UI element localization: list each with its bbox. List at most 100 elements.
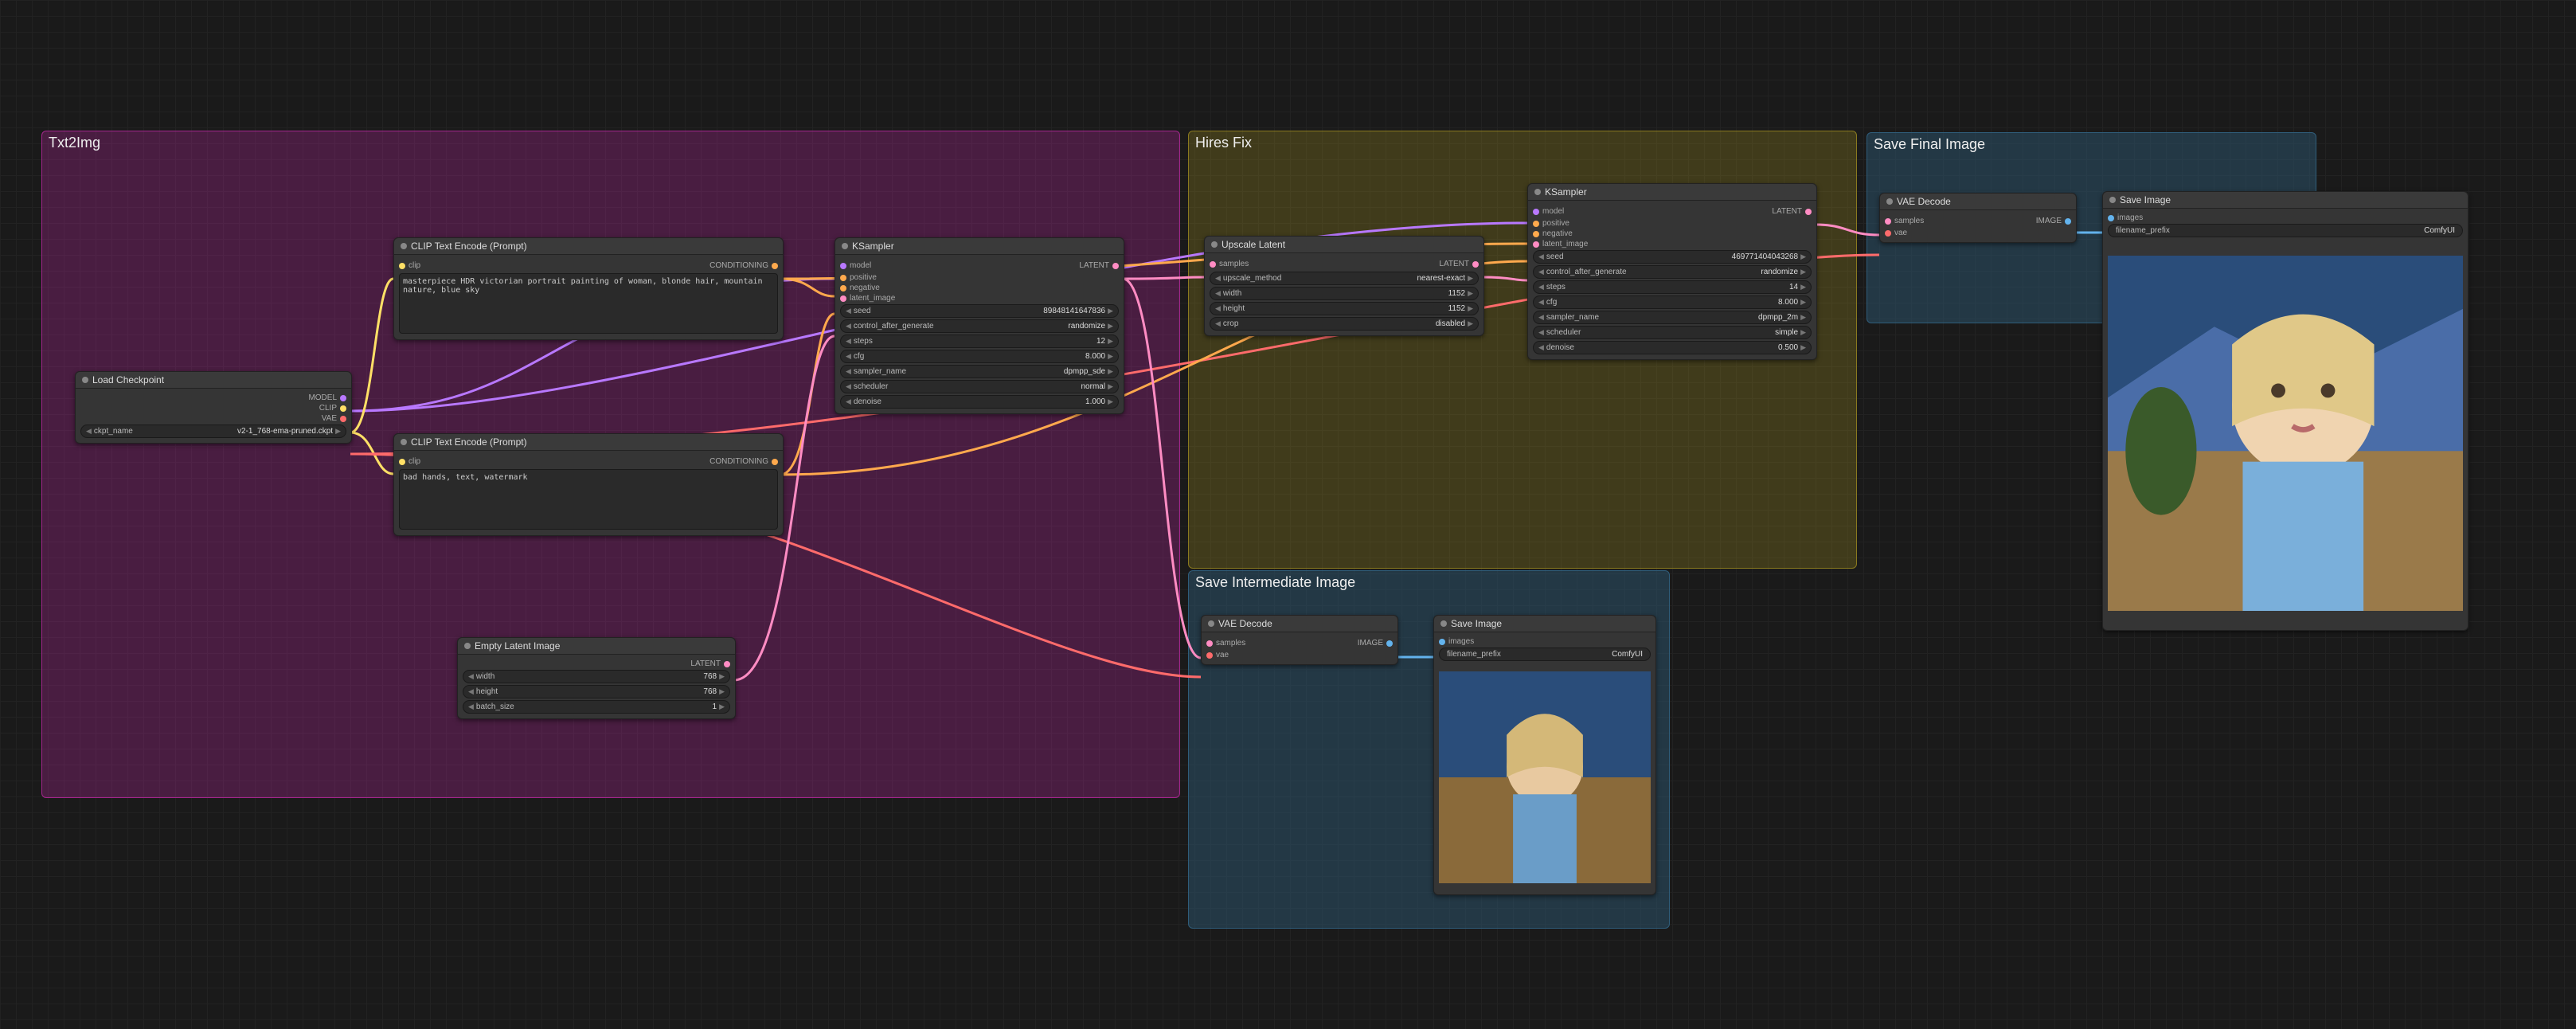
arrow-right-icon[interactable]: ▶ [719, 672, 725, 681]
input-positive[interactable]: positive [840, 273, 1119, 282]
arrow-right-icon[interactable]: ▶ [1108, 352, 1113, 361]
arrow-right-icon[interactable]: ▶ [1800, 252, 1806, 261]
prompt-textarea[interactable] [399, 273, 778, 334]
node-clip-text-encode-positive[interactable]: CLIP Text Encode (Prompt) clip CONDITION… [393, 237, 784, 340]
arrow-left-icon[interactable]: ◀ [846, 352, 851, 361]
widget-batch-size[interactable]: ◀batch_size1▶ [463, 700, 730, 714]
node-header[interactable]: Save Image [2103, 192, 2468, 209]
input-vae[interactable]: vae [1206, 651, 1393, 659]
node-ksampler-2[interactable]: KSampler model LATENT positive negative … [1527, 183, 1817, 360]
widget-width[interactable]: ◀width768▶ [463, 670, 730, 683]
widget-denoise[interactable]: ◀denoise1.000▶ [840, 395, 1119, 409]
output-latent[interactable]: LATENT [1772, 207, 1812, 216]
collapse-icon[interactable] [401, 243, 407, 249]
arrow-left-icon[interactable]: ◀ [846, 397, 851, 406]
arrow-right-icon[interactable]: ▶ [1468, 289, 1473, 298]
arrow-right-icon[interactable]: ▶ [1800, 313, 1806, 322]
input-model[interactable]: model [1533, 207, 1564, 216]
arrow-right-icon[interactable]: ▶ [1800, 268, 1806, 276]
node-header[interactable]: Empty Latent Image [458, 638, 735, 655]
arrow-left-icon[interactable]: ◀ [846, 307, 851, 315]
input-clip[interactable]: clip [399, 457, 420, 466]
input-clip[interactable]: clip [399, 261, 420, 270]
widget-cfg[interactable]: ◀cfg8.000▶ [1533, 295, 1812, 309]
input-positive[interactable]: positive [1533, 219, 1812, 228]
widget-height[interactable]: ◀height1152▶ [1210, 302, 1479, 315]
node-clip-text-encode-negative[interactable]: CLIP Text Encode (Prompt) clip CONDITION… [393, 433, 784, 536]
arrow-right-icon[interactable]: ▶ [1108, 307, 1113, 315]
node-save-image-final[interactable]: Save Image images filename_prefixComfyUI [2102, 191, 2469, 631]
arrow-right-icon[interactable]: ▶ [1108, 382, 1113, 391]
node-header[interactable]: Save Image [1434, 616, 1655, 632]
output-clip[interactable]: CLIP [80, 404, 346, 413]
output-conditioning[interactable]: CONDITIONING [709, 261, 778, 270]
widget-crop[interactable]: ◀cropdisabled▶ [1210, 317, 1479, 331]
collapse-icon[interactable] [401, 439, 407, 445]
arrow-left-icon[interactable]: ◀ [1538, 283, 1544, 291]
arrow-right-icon[interactable]: ▶ [335, 427, 341, 436]
input-latent-image[interactable]: latent_image [840, 294, 1119, 303]
arrow-left-icon[interactable]: ◀ [1215, 319, 1221, 328]
output-latent[interactable]: LATENT [463, 659, 730, 668]
input-samples[interactable]: samples [1210, 260, 1249, 268]
output-vae[interactable]: VAE [80, 414, 346, 423]
node-upscale-latent[interactable]: Upscale Latent samples LATENT ◀upscale_m… [1204, 236, 1484, 336]
prompt-textarea[interactable] [399, 469, 778, 530]
node-header[interactable]: Upscale Latent [1205, 237, 1483, 253]
input-latent-image[interactable]: latent_image [1533, 240, 1812, 248]
node-header[interactable]: KSampler [835, 238, 1124, 255]
input-images[interactable]: images [2108, 213, 2463, 222]
arrow-left-icon[interactable]: ◀ [468, 702, 474, 711]
arrow-right-icon[interactable]: ▶ [1468, 304, 1473, 313]
widget-scheduler[interactable]: ◀schedulernormal▶ [840, 380, 1119, 393]
widget-control-after-generate[interactable]: ◀control_after_generaterandomize▶ [840, 319, 1119, 333]
widget-width[interactable]: ◀width1152▶ [1210, 287, 1479, 300]
node-vae-decode-intermediate[interactable]: VAE Decode samples IMAGE vae [1201, 615, 1398, 665]
arrow-left-icon[interactable]: ◀ [1538, 268, 1544, 276]
widget-steps[interactable]: ◀steps12▶ [840, 335, 1119, 348]
arrow-right-icon[interactable]: ▶ [1800, 328, 1806, 337]
input-model[interactable]: model [840, 261, 871, 270]
node-load-checkpoint[interactable]: Load Checkpoint MODEL CLIP VAE ◀ ckpt_na… [75, 371, 352, 444]
collapse-icon[interactable] [842, 243, 848, 249]
collapse-icon[interactable] [1211, 241, 1218, 248]
output-image[interactable]: IMAGE [1358, 639, 1393, 648]
widget-height[interactable]: ◀height768▶ [463, 685, 730, 698]
node-header[interactable]: CLIP Text Encode (Prompt) [394, 434, 783, 451]
arrow-right-icon[interactable]: ▶ [1468, 319, 1473, 328]
node-header[interactable]: Load Checkpoint [76, 372, 351, 389]
widget-ckpt-name[interactable]: ◀ ckpt_name v2-1_768-ema-pruned.ckpt ▶ [80, 425, 346, 438]
collapse-icon[interactable] [82, 377, 88, 383]
widget-sampler-name[interactable]: ◀sampler_namedpmpp_sde▶ [840, 365, 1119, 378]
input-negative[interactable]: negative [1533, 229, 1812, 238]
output-image[interactable]: IMAGE [2036, 217, 2071, 225]
widget-denoise[interactable]: ◀denoise0.500▶ [1533, 341, 1812, 354]
arrow-left-icon[interactable]: ◀ [1538, 252, 1544, 261]
arrow-right-icon[interactable]: ▶ [1108, 322, 1113, 331]
collapse-icon[interactable] [2109, 197, 2116, 203]
widget-cfg[interactable]: ◀cfg8.000▶ [840, 350, 1119, 363]
node-header[interactable]: VAE Decode [1880, 194, 2076, 210]
arrow-left-icon[interactable]: ◀ [846, 367, 851, 376]
output-latent[interactable]: LATENT [1079, 261, 1119, 270]
widget-filename-prefix[interactable]: filename_prefixComfyUI [1439, 648, 1651, 661]
node-save-image-intermediate[interactable]: Save Image images filename_prefixComfyUI [1433, 615, 1656, 895]
node-vae-decode-final[interactable]: VAE Decode samples IMAGE vae [1879, 193, 2077, 243]
arrow-left-icon[interactable]: ◀ [468, 687, 474, 696]
collapse-icon[interactable] [1534, 189, 1541, 195]
arrow-left-icon[interactable]: ◀ [846, 322, 851, 331]
arrow-left-icon[interactable]: ◀ [1538, 343, 1544, 352]
arrow-left-icon[interactable]: ◀ [1215, 274, 1221, 283]
arrow-left-icon[interactable]: ◀ [86, 427, 92, 436]
input-samples[interactable]: samples [1885, 217, 1924, 225]
input-samples[interactable]: samples [1206, 639, 1245, 648]
widget-seed[interactable]: ◀seed469771404043268▶ [1533, 250, 1812, 264]
arrow-left-icon[interactable]: ◀ [1538, 298, 1544, 307]
collapse-icon[interactable] [1208, 620, 1214, 627]
arrow-right-icon[interactable]: ▶ [1800, 343, 1806, 352]
widget-filename-prefix[interactable]: filename_prefixComfyUI [2108, 224, 2463, 237]
arrow-right-icon[interactable]: ▶ [1800, 283, 1806, 291]
widget-upscale-method[interactable]: ◀upscale_methodnearest-exact▶ [1210, 272, 1479, 285]
collapse-icon[interactable] [1886, 198, 1893, 205]
node-header[interactable]: VAE Decode [1202, 616, 1397, 632]
